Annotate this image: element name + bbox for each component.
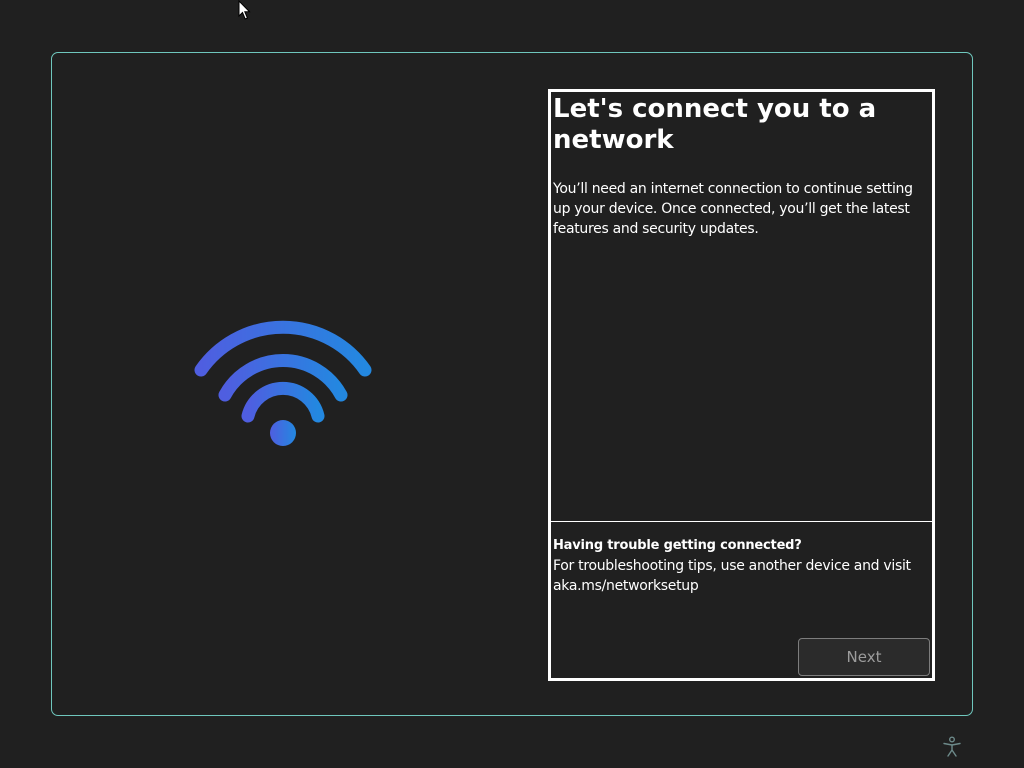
help-title: Having trouble getting connected?: [553, 538, 802, 553]
network-panel: Let's connect you to a network You’ll ne…: [548, 89, 935, 681]
mouse-cursor-icon: [238, 0, 251, 20]
next-button[interactable]: Next: [798, 638, 930, 676]
page-description: You’ll need an internet connection to co…: [553, 181, 913, 237]
help-section: Having trouble getting connected? For tr…: [553, 536, 930, 596]
divider: [551, 521, 932, 522]
page-title: Let's connect you to a network: [553, 94, 877, 155]
panel-content: Let's connect you to a network You’ll ne…: [553, 94, 930, 521]
accessibility-icon[interactable]: [942, 736, 962, 758]
wifi-icon: [194, 320, 372, 446]
help-text: For troubleshooting tips, use another de…: [553, 558, 911, 594]
